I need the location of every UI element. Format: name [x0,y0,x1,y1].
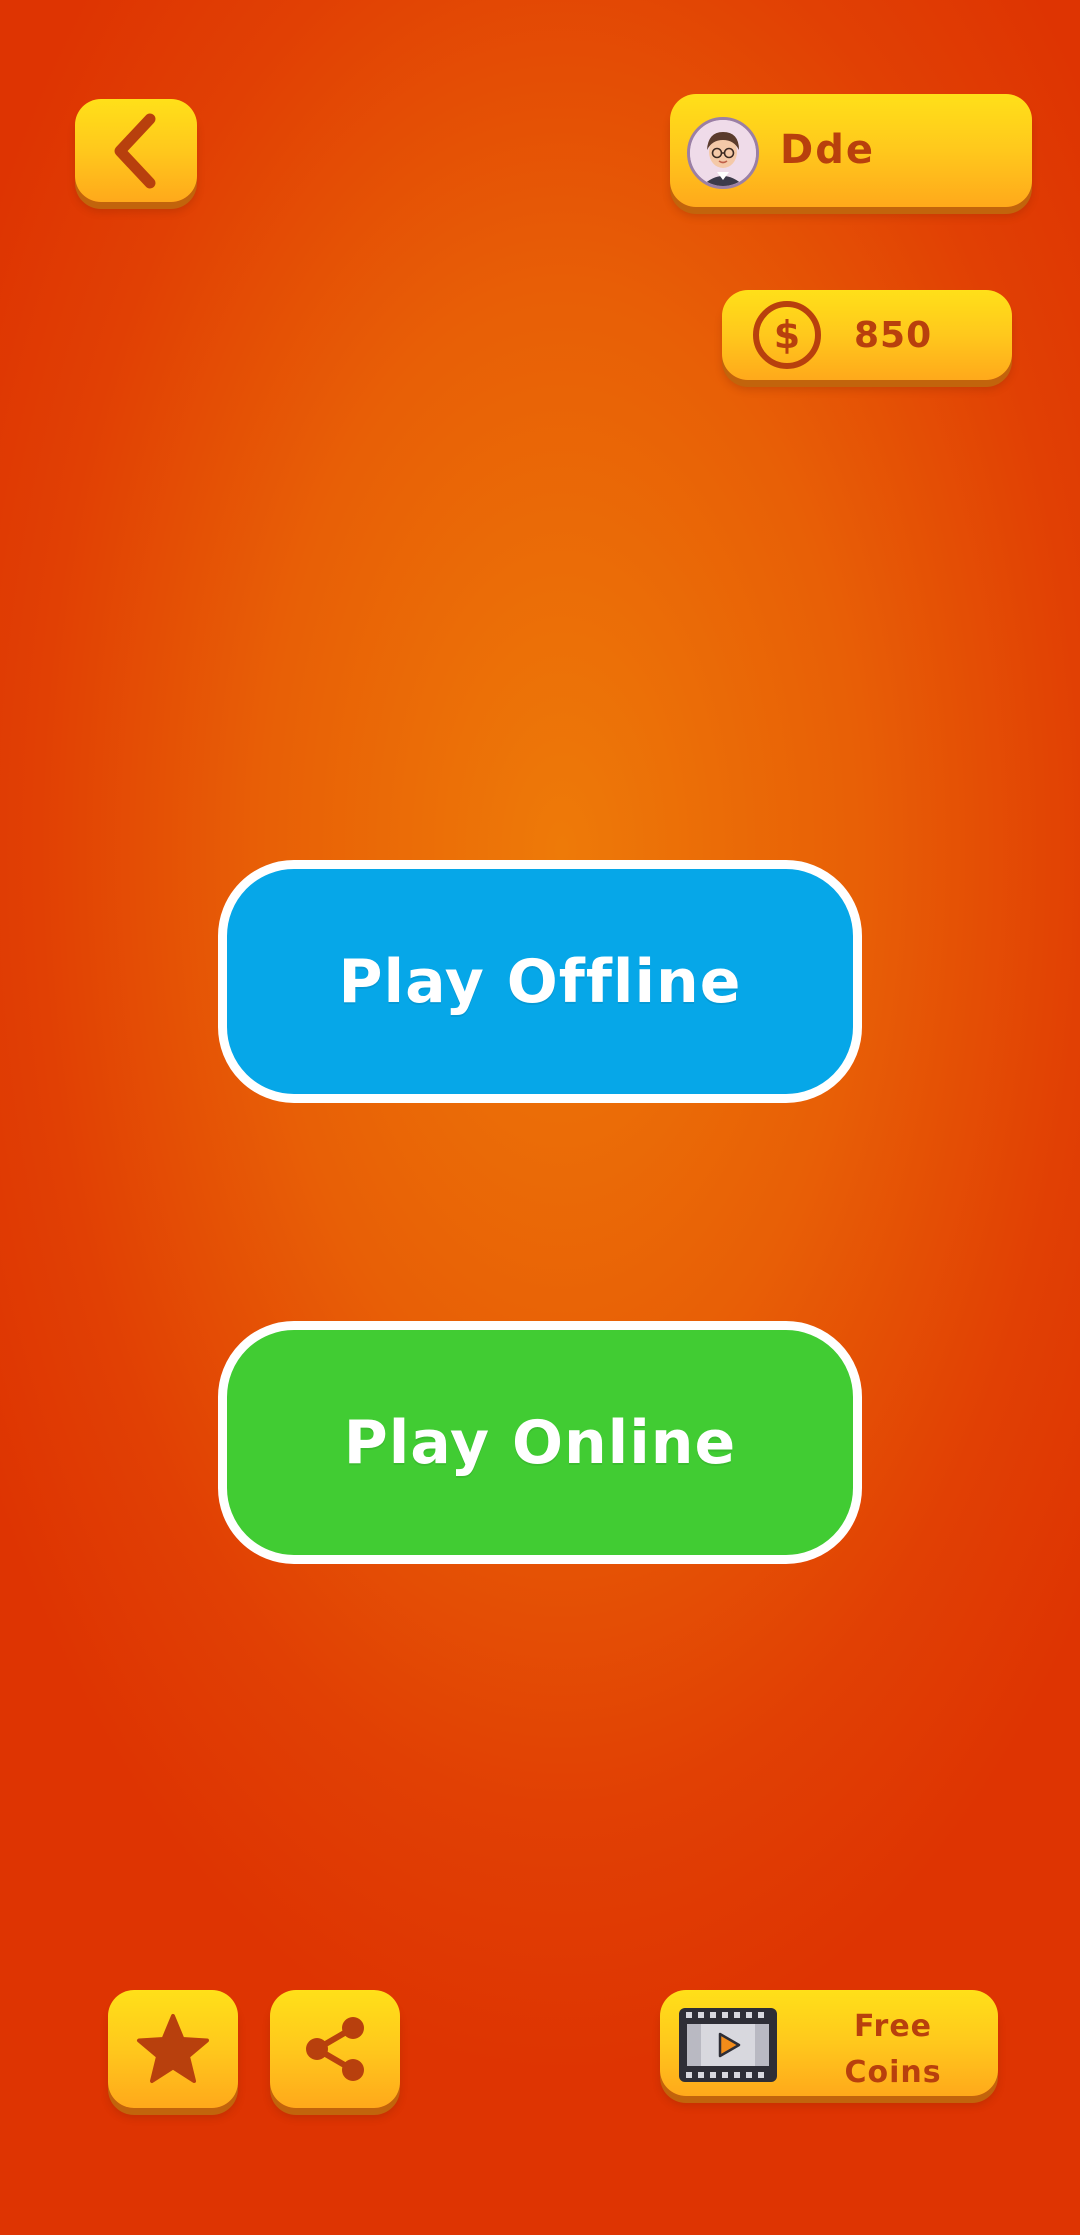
dollar-coin-icon: $ [753,301,821,369]
video-film-icon [679,2008,777,2082]
free-coins-label: Free Coins [808,2004,978,2096]
svg-text:$: $ [774,313,800,357]
chevron-left-icon [114,113,156,188]
free-coins-line1: Free [853,2009,933,2044]
share-button[interactable] [270,1990,400,2108]
profile-panel[interactable]: Dde [670,94,1032,207]
coin-count: 850 [854,315,933,356]
share-icon [306,2017,364,2081]
play-offline-button[interactable]: Play Offline [218,860,862,1103]
back-button[interactable] [75,99,197,202]
free-coins-button[interactable]: Free Coins [660,1990,998,2096]
star-icon [137,2014,209,2083]
avatar [687,117,759,189]
play-online-button[interactable]: Play Online [218,1321,862,1564]
free-coins-line2: Coins [844,2055,942,2090]
rate-button[interactable] [108,1990,238,2108]
coin-balance: $ 850 [722,290,1012,380]
username: Dde [780,127,875,173]
